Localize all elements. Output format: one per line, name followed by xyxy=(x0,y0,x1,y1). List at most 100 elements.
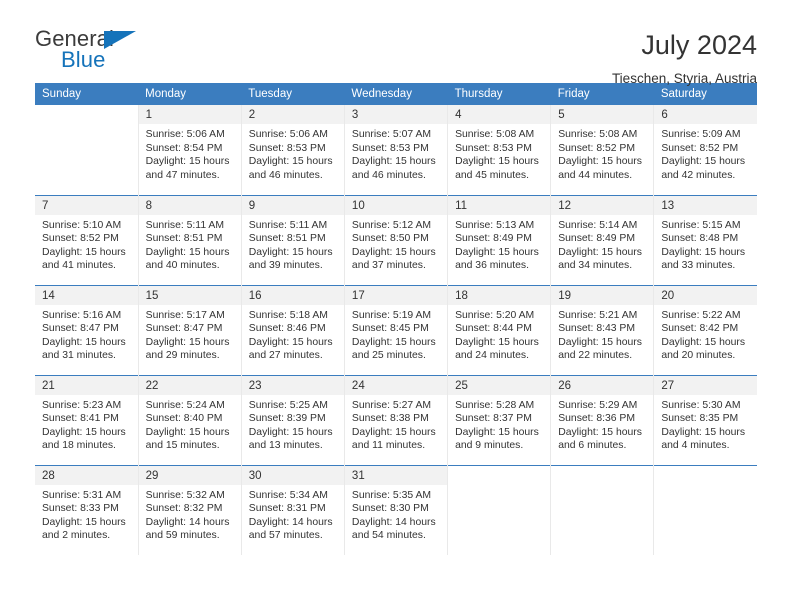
day-info-line: Sunrise: 5:17 AM xyxy=(145,309,225,321)
day-info-line: Daylight: 15 hours xyxy=(661,336,746,348)
calendar-day-cell[interactable]: 18 Sunrise: 5:20 AM Sunset: 8:44 PM Dayligh… xyxy=(447,284,552,375)
day-info-line: Daylight: 15 hours xyxy=(661,426,746,438)
calendar-day-cell[interactable]: 7 Sunrise: 5:10 AM Sunset: 8:52 PM Daylight… xyxy=(35,194,139,285)
day-info-line: Sunrise: 5:34 AM xyxy=(248,489,328,501)
calendar-day-cell[interactable]: 11 Sunrise: 5:13 AM Sunset: 8:49 PM Dayligh… xyxy=(447,194,552,285)
day-info-line: Daylight: 15 hours xyxy=(351,156,436,168)
day-number: 10 xyxy=(344,195,448,215)
day-info-line: Sunset: 8:33 PM xyxy=(42,503,119,515)
general-blue-logo[interactable]: General Blue xyxy=(35,28,155,80)
weekday-header-row: Sunday Monday Tuesday Wednesday Thursday Frid… xyxy=(35,83,757,105)
day-number: 5 xyxy=(551,105,654,124)
day-info-line: Sunset: 8:39 PM xyxy=(248,413,326,425)
day-info-line: Sunrise: 5:07 AM xyxy=(351,129,432,140)
weekday-header-saturday: Saturday xyxy=(653,83,757,105)
day-info-line: Sunset: 8:48 PM xyxy=(661,233,739,245)
day-number: 28 xyxy=(35,465,138,485)
calendar-day-cell[interactable]: 14 Sunrise: 5:16 AM Sunset: 8:47 PM Dayligh… xyxy=(35,284,139,375)
day-info-line: Sunset: 8:31 PM xyxy=(248,503,326,515)
day-sun-info: Sunrise: 5:06 AM Sunset: 8:53 PM Daylight:… xyxy=(242,124,344,182)
day-info-line: Daylight: 15 hours xyxy=(558,336,642,348)
day-info-line: and 22 minutes. xyxy=(558,350,633,362)
day-sun-info: Sunrise: 5:16 AM Sunset: 8:47 PM Daylight:… xyxy=(35,305,138,363)
day-info-line: Daylight: 15 hours xyxy=(558,426,642,438)
weekday-header-wednesday: Wednesday xyxy=(344,83,448,105)
day-info-line: and 29 minutes. xyxy=(145,350,220,362)
weekday-header-thursday: Thursday xyxy=(447,83,551,105)
calendar-day-cell[interactable]: 2 Sunrise: 5:06 AM Sunset: 8:53 PM Daylight… xyxy=(241,105,345,195)
day-info-line: Sunrise: 5:30 AM xyxy=(661,399,741,411)
day-number xyxy=(448,466,550,485)
day-info-line: Sunrise: 5:25 AM xyxy=(248,399,328,411)
day-sun-info: Sunrise: 5:11 AM Sunset: 8:51 PM Daylight:… xyxy=(242,215,344,273)
calendar-day-cell[interactable]: 23 Sunrise: 5:25 AM Sunset: 8:39 PM Dayligh… xyxy=(241,374,345,465)
day-number: 16 xyxy=(241,285,344,305)
day-info-line: Sunset: 8:35 PM xyxy=(661,413,739,425)
calendar-day-cell[interactable]: 15 Sunrise: 5:17 AM Sunset: 8:47 PM Dayligh… xyxy=(138,284,242,375)
calendar-day-cell[interactable]: 13 Sunrise: 5:15 AM Sunset: 8:48 PM Dayligh… xyxy=(653,194,757,285)
day-info-line: and 37 minutes. xyxy=(351,260,426,272)
day-sun-info: Sunrise: 5:22 AM Sunset: 8:42 PM Daylight:… xyxy=(654,305,757,363)
day-info-line: and 40 minutes. xyxy=(145,260,220,272)
day-info-line: Sunset: 8:30 PM xyxy=(351,503,429,515)
calendar-day-cell[interactable]: 28 Sunrise: 5:31 AM Sunset: 8:33 PM Dayligh… xyxy=(35,464,139,555)
day-sun-info xyxy=(551,485,653,489)
day-info-line: and 11 minutes. xyxy=(351,440,426,452)
calendar-day-cell[interactable]: 9 Sunrise: 5:11 AM Sunset: 8:51 PM Daylight… xyxy=(241,194,345,285)
day-info-line: Sunset: 8:36 PM xyxy=(558,413,636,425)
day-info-line: Sunrise: 5:23 AM xyxy=(42,399,122,411)
day-number: 4 xyxy=(448,105,551,124)
day-info-line: Sunset: 8:50 PM xyxy=(351,233,429,245)
calendar-day-cell[interactable]: 10 Sunrise: 5:12 AM Sunset: 8:50 PM Dayligh… xyxy=(344,194,449,285)
day-number: 15 xyxy=(138,285,241,305)
day-sun-info: Sunrise: 5:13 AM Sunset: 8:49 PM Daylight:… xyxy=(448,215,550,273)
day-info-line: Sunrise: 5:35 AM xyxy=(351,489,432,501)
day-sun-info: Sunrise: 5:12 AM Sunset: 8:50 PM Daylight:… xyxy=(345,215,447,273)
weekday-header-friday: Friday xyxy=(550,83,654,105)
day-info-line: Sunrise: 5:08 AM xyxy=(455,129,535,140)
day-sun-info: Sunrise: 5:11 AM Sunset: 8:51 PM Daylight:… xyxy=(139,215,241,273)
calendar-day-cell[interactable]: 8 Sunrise: 5:11 AM Sunset: 8:51 PM Daylight… xyxy=(138,194,242,285)
calendar-day-cell[interactable]: 25 Sunrise: 5:28 AM Sunset: 8:37 PM Dayligh… xyxy=(447,374,552,465)
day-sun-info: Sunrise: 5:23 AM Sunset: 8:41 PM Daylight:… xyxy=(35,395,138,453)
day-number: 27 xyxy=(654,375,757,395)
day-info-line: Sunset: 8:51 PM xyxy=(145,233,223,245)
calendar-day-cell[interactable]: 1 Sunrise: 5:06 AM Sunset: 8:54 PM Daylight… xyxy=(138,105,242,195)
day-info-line: Daylight: 15 hours xyxy=(145,246,230,258)
calendar-day-cell[interactable]: 20 Sunrise: 5:22 AM Sunset: 8:42 PM Dayligh… xyxy=(653,284,757,375)
day-sun-info: Sunrise: 5:29 AM Sunset: 8:36 PM Daylight:… xyxy=(551,395,653,453)
calendar-day-cell[interactable]: 29 Sunrise: 5:32 AM Sunset: 8:32 PM Dayligh… xyxy=(138,464,242,555)
calendar-day-cell[interactable]: 6 Sunrise: 5:09 AM Sunset: 8:52 PM Daylight… xyxy=(654,105,757,195)
calendar-day-cell[interactable]: 17 Sunrise: 5:19 AM Sunset: 8:45 PM Dayligh… xyxy=(344,284,449,375)
day-sun-info: Sunrise: 5:28 AM Sunset: 8:37 PM Daylight:… xyxy=(448,395,550,453)
day-info-line: Sunrise: 5:14 AM xyxy=(558,219,638,231)
calendar-day-cell[interactable]: 5 Sunrise: 5:08 AM Sunset: 8:52 PM Daylight… xyxy=(550,105,655,195)
day-info-line: Sunset: 8:53 PM xyxy=(351,142,429,154)
day-sun-info: Sunrise: 5:21 AM Sunset: 8:43 PM Daylight:… xyxy=(551,305,653,363)
calendar-day-cell[interactable]: 27 Sunrise: 5:30 AM Sunset: 8:35 PM Dayligh… xyxy=(653,374,757,465)
weekday-header-tuesday: Tuesday xyxy=(241,83,345,105)
day-sun-info xyxy=(654,485,757,489)
calendar-day-cell[interactable]: 16 Sunrise: 5:18 AM Sunset: 8:46 PM Dayligh… xyxy=(241,284,345,375)
day-info-line: and 33 minutes. xyxy=(661,260,736,272)
calendar-day-cell[interactable]: 26 Sunrise: 5:29 AM Sunset: 8:36 PM Dayligh… xyxy=(550,374,655,465)
calendar-day-cell[interactable]: 30 Sunrise: 5:34 AM Sunset: 8:31 PM Dayligh… xyxy=(241,464,345,555)
day-sun-info: Sunrise: 5:17 AM Sunset: 8:47 PM Daylight:… xyxy=(139,305,241,363)
calendar-day-cell[interactable]: 22 Sunrise: 5:24 AM Sunset: 8:40 PM Dayligh… xyxy=(138,374,242,465)
calendar-day-cell[interactable]: 31 Sunrise: 5:35 AM Sunset: 8:30 PM Dayligh… xyxy=(344,464,449,555)
day-info-line: Sunrise: 5:11 AM xyxy=(145,219,224,231)
day-sun-info: Sunrise: 5:32 AM Sunset: 8:32 PM Daylight:… xyxy=(139,485,241,543)
calendar-day-cell[interactable]: 4 Sunrise: 5:08 AM Sunset: 8:53 PM Daylight… xyxy=(447,105,552,195)
day-info-line: and 24 minutes. xyxy=(455,350,529,362)
title-block: July 2024 Tieschen, Styria, Austria xyxy=(612,28,757,86)
day-number: 31 xyxy=(344,465,448,485)
day-info-line: Daylight: 15 hours xyxy=(248,246,333,258)
calendar-day-cell[interactable]: 12 Sunrise: 5:14 AM Sunset: 8:49 PM Dayligh… xyxy=(550,194,655,285)
calendar-day-cell[interactable]: 3 Sunrise: 5:07 AM Sunset: 8:53 PM Daylight… xyxy=(344,105,449,195)
calendar-day-cell[interactable]: 24 Sunrise: 5:27 AM Sunset: 8:38 PM Dayligh… xyxy=(344,374,449,465)
day-info-line: Daylight: 15 hours xyxy=(455,426,539,438)
calendar-day-cell[interactable]: 21 Sunrise: 5:23 AM Sunset: 8:41 PM Dayligh… xyxy=(35,374,139,465)
day-info-line: Sunrise: 5:32 AM xyxy=(145,489,225,501)
calendar-day-cell[interactable]: 19 Sunrise: 5:21 AM Sunset: 8:43 PM Dayligh… xyxy=(550,284,655,375)
day-sun-info: Sunrise: 5:07 AM Sunset: 8:53 PM Daylight:… xyxy=(345,124,447,182)
